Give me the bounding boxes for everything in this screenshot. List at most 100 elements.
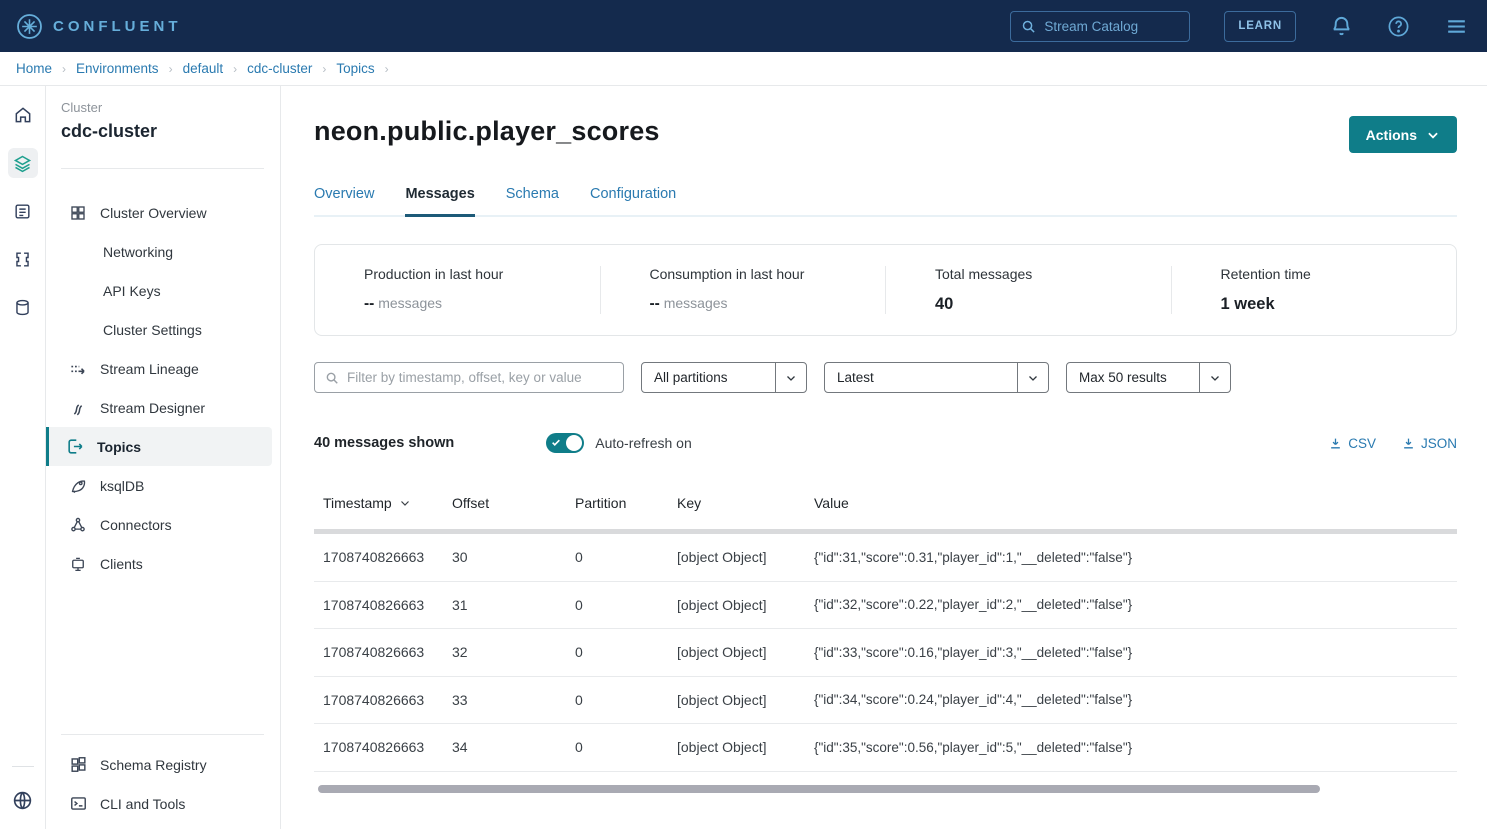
cell-key: [object Object] xyxy=(677,549,814,565)
partition-select-value: All partitions xyxy=(642,363,775,392)
breadcrumb-cdc-cluster[interactable]: cdc-cluster xyxy=(247,61,312,76)
cell-offset: 31 xyxy=(452,597,575,613)
sidebar-item-networking[interactable]: Networking xyxy=(46,232,272,271)
column-label: Timestamp xyxy=(323,495,392,511)
table-row[interactable]: 1708740826663 31 0 [object Object] {"id"… xyxy=(314,582,1457,630)
cell-timestamp: 1708740826663 xyxy=(314,597,452,613)
messages-shown-count: 40 messages shown xyxy=(314,435,454,451)
breadcrumb-default[interactable]: default xyxy=(183,61,224,76)
sidebar-item-api-keys[interactable]: API Keys xyxy=(46,271,272,310)
chevron-right-icon: › xyxy=(385,62,389,76)
notifications-bell-icon[interactable] xyxy=(1330,15,1353,38)
message-filter-input[interactable] xyxy=(347,370,613,385)
download-json-link[interactable]: JSON xyxy=(1402,436,1457,451)
sidebar-item-topics[interactable]: Topics xyxy=(46,427,272,466)
stream-catalog-input[interactable] xyxy=(1044,19,1164,34)
sidebar-item-label: API Keys xyxy=(103,283,161,299)
stat-retention-time: Retention time 1 week xyxy=(1172,266,1457,314)
cell-value: {"id":35,"score":0.56,"player_id":5,"__d… xyxy=(814,740,1457,755)
topics-icon xyxy=(65,437,85,456)
cell-offset: 32 xyxy=(452,644,575,660)
breadcrumb-home[interactable]: Home xyxy=(16,61,52,76)
breadcrumb-environments[interactable]: Environments xyxy=(76,61,159,76)
download-csv-link[interactable]: CSV xyxy=(1329,436,1376,451)
message-filter-search[interactable] xyxy=(314,362,624,393)
stat-value: -- xyxy=(650,295,660,312)
cluster-sidebar: Cluster cdc-cluster Cluster Overview Net… xyxy=(46,86,281,829)
tab-overview[interactable]: Overview xyxy=(314,186,374,217)
top-navbar: CONFLUENT LEARN xyxy=(0,0,1487,52)
table-row[interactable]: 1708740826663 32 0 [object Object] {"id"… xyxy=(314,629,1457,677)
stream-catalog-search[interactable] xyxy=(1010,11,1190,42)
environments-layers-icon[interactable] xyxy=(8,148,38,178)
cell-partition: 0 xyxy=(575,644,677,660)
cell-key: [object Object] xyxy=(677,692,814,708)
sidebar-item-cli-and-tools[interactable]: CLI and Tools xyxy=(46,784,272,823)
globe-icon[interactable] xyxy=(8,785,38,815)
sidebar-item-label: Connectors xyxy=(100,517,172,533)
designer-curve-icon xyxy=(68,399,88,417)
sidebar-item-stream-lineage[interactable]: Stream Lineage xyxy=(46,349,272,388)
icon-rail xyxy=(0,86,46,829)
chevron-down-icon[interactable] xyxy=(775,363,806,392)
topic-tabs: Overview Messages Schema Configuration xyxy=(314,186,1457,217)
column-label: Partition xyxy=(575,495,626,511)
tab-messages[interactable]: Messages xyxy=(405,186,474,217)
download-icon xyxy=(1402,437,1415,450)
table-row[interactable]: 1708740826663 33 0 [object Object] {"id"… xyxy=(314,677,1457,725)
cell-key: [object Object] xyxy=(677,739,814,755)
tab-schema[interactable]: Schema xyxy=(506,186,559,217)
cell-key: [object Object] xyxy=(677,597,814,613)
learn-button[interactable]: LEARN xyxy=(1224,11,1296,42)
sidebar-item-stream-designer[interactable]: Stream Designer xyxy=(46,388,272,427)
connectors-nodes-icon xyxy=(68,516,88,534)
stat-suffix: messages xyxy=(374,295,442,311)
sidebar-item-label: Stream Lineage xyxy=(100,361,199,377)
auto-refresh-label: Auto-refresh on xyxy=(595,435,692,451)
confluent-logo[interactable]: CONFLUENT xyxy=(16,13,182,40)
brand-name: CONFLUENT xyxy=(53,18,182,35)
search-icon xyxy=(1021,19,1036,34)
column-header-partition: Partition xyxy=(575,495,677,511)
hamburger-menu-icon[interactable] xyxy=(1444,14,1469,39)
tab-configuration[interactable]: Configuration xyxy=(590,186,676,217)
result-limit-select[interactable]: Max 50 results xyxy=(1066,362,1231,393)
database-icon[interactable] xyxy=(8,292,38,322)
column-header-key: Key xyxy=(677,495,814,511)
help-icon[interactable] xyxy=(1387,15,1410,38)
cell-value: {"id":34,"score":0.24,"player_id":4,"__d… xyxy=(814,692,1457,707)
table-row[interactable]: 1708740826663 30 0 [object Object] {"id"… xyxy=(314,534,1457,582)
actions-button[interactable]: Actions xyxy=(1349,116,1457,153)
topic-detail-main: neon.public.player_scores Actions Overvi… xyxy=(281,86,1487,829)
column-header-timestamp[interactable]: Timestamp xyxy=(314,495,452,511)
cell-timestamp: 1708740826663 xyxy=(314,644,452,660)
column-header-value: Value xyxy=(814,495,1457,511)
cluster-kicker-label: Cluster xyxy=(61,100,264,115)
stat-total-messages: Total messages 40 xyxy=(886,266,1172,314)
stat-value: 1 week xyxy=(1221,295,1275,313)
flow-map-icon[interactable] xyxy=(8,244,38,274)
horizontal-scrollbar[interactable] xyxy=(318,785,1320,793)
page-title: neon.public.player_scores xyxy=(314,116,660,147)
auto-refresh-toggle[interactable] xyxy=(546,433,584,453)
cell-offset: 30 xyxy=(452,549,575,565)
json-label: JSON xyxy=(1421,436,1457,451)
sidebar-item-clients[interactable]: Clients xyxy=(46,544,272,583)
offset-order-select[interactable]: Latest xyxy=(824,362,1049,393)
chevron-down-icon[interactable] xyxy=(1199,363,1230,392)
cell-partition: 0 xyxy=(575,739,677,755)
breadcrumb: Home› Environments› default› cdc-cluster… xyxy=(0,52,1487,86)
sidebar-item-cluster-settings[interactable]: Cluster Settings xyxy=(46,310,272,349)
sidebar-divider xyxy=(61,168,264,169)
table-row[interactable]: 1708740826663 34 0 [object Object] {"id"… xyxy=(314,724,1457,772)
sidebar-item-ksqldb[interactable]: ksqlDB xyxy=(46,466,272,505)
sidebar-item-schema-registry[interactable]: Schema Registry xyxy=(46,745,272,784)
partition-select[interactable]: All partitions xyxy=(641,362,807,393)
home-icon[interactable] xyxy=(8,100,38,130)
sidebar-footer-divider xyxy=(61,734,264,735)
sidebar-item-cluster-overview[interactable]: Cluster Overview xyxy=(46,193,272,232)
sidebar-item-connectors[interactable]: Connectors xyxy=(46,505,272,544)
news-document-icon[interactable] xyxy=(8,196,38,226)
breadcrumb-topics[interactable]: Topics xyxy=(336,61,374,76)
chevron-down-icon[interactable] xyxy=(1017,363,1048,392)
